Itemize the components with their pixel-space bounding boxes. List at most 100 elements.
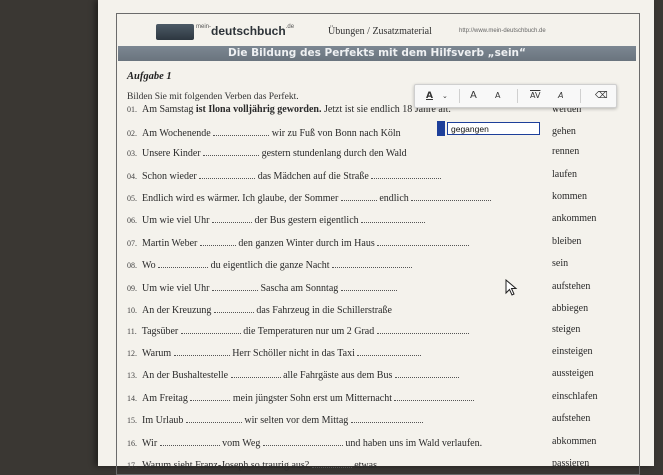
answer-blank[interactable] [357, 346, 422, 356]
sentence-number: 07. [127, 239, 137, 248]
sentence-number: 09. [127, 284, 137, 293]
answer-blank[interactable] [158, 258, 209, 268]
font-color-icon[interactable]: A [426, 90, 433, 102]
answer-blank[interactable] [262, 436, 343, 446]
sentence-text: alle Fahrgäste aus dem Bus [280, 370, 395, 381]
infinitive-verb: sein [552, 258, 569, 269]
answer-blank[interactable] [340, 191, 377, 201]
sentence-row: 13. An der Bushaltestelle alle Fahrgäste … [127, 368, 627, 383]
text-spacing-icon[interactable]: AV [530, 90, 540, 102]
infinitive-verb: einschlafen [552, 391, 598, 402]
sentence-number: 16. [127, 439, 137, 448]
answer-blank[interactable] [331, 258, 412, 268]
increase-font-icon[interactable]: A [470, 90, 477, 102]
sentence-number: 02. [127, 129, 137, 138]
sentence-text: Um wie viel Uhr [142, 215, 212, 226]
answer-blank[interactable] [190, 391, 231, 401]
task-instruction: Bilden Sie mit folgenden Verben das Perf… [127, 92, 299, 102]
answer-blank[interactable] [199, 169, 256, 179]
answer-blank[interactable] [212, 281, 258, 291]
sentence-row: 16. Wir vom Weg und haben uns im Wald ver… [127, 436, 627, 451]
delete-icon[interactable]: ⌫ [595, 90, 608, 102]
answer-input[interactable]: gegangen [447, 122, 540, 135]
infinitive-verb: aussteigen [552, 368, 594, 379]
answer-blank[interactable] [230, 368, 281, 378]
answer-blank[interactable] [394, 391, 475, 401]
sentence-text: endlich [376, 193, 412, 204]
sentence-row: 05. Endlich wird es wärmer. Ich glaube, d… [127, 191, 627, 206]
sentence-number: 11. [127, 327, 137, 336]
answer-blank[interactable] [311, 458, 352, 468]
sentence-text: An der Bushaltestelle [142, 370, 231, 381]
answer-blank[interactable] [203, 146, 260, 156]
sentence-number: 04. [127, 172, 137, 181]
answer-blank[interactable] [173, 346, 230, 356]
text-style-icon[interactable]: A [558, 90, 563, 102]
breadcrumb: Übungen / Zusatzmaterial [328, 26, 432, 37]
infinitive-verb: aufstehen [552, 413, 591, 424]
sentence-text: Um wie viel Uhr [142, 283, 212, 294]
answer-blank[interactable] [371, 169, 442, 179]
page-title: Die Bildung des Perfekts mit dem Hilfsve… [118, 46, 636, 61]
answer-blank[interactable] [394, 368, 459, 378]
answer-blank[interactable] [340, 281, 397, 291]
answer-blank[interactable] [185, 413, 242, 423]
sentence-row: 11. Tagsüber die Temperaturen nur um 2 Gr… [127, 324, 627, 339]
sentence-text: Wo [142, 260, 159, 271]
answer-blank[interactable] [213, 126, 270, 136]
decrease-font-icon[interactable]: A [495, 90, 500, 102]
sentence-text: Am Wochenende [142, 128, 214, 139]
sentence-text: gestern stundenlang durch den Wald [259, 148, 407, 159]
answer-blank[interactable] [213, 303, 254, 313]
sentence-text: und haben uns im Wald verlaufen. [342, 438, 483, 449]
sentence-row: 04. Schon wieder das Mädchen auf die Stra… [127, 169, 627, 184]
infinitive-verb: gehen [552, 126, 576, 137]
answer-blank[interactable] [212, 213, 252, 223]
sentence-text: der Bus gestern eigentlich [252, 215, 362, 226]
sentence-text: die Temperaturen nur um 2 Grad [240, 326, 377, 337]
sentence-text: Schon wieder [142, 171, 200, 182]
sentence-text: Am Freitag [142, 393, 191, 404]
sentence-row: 06. Um wie viel Uhr der Bus gestern eigen… [127, 213, 627, 228]
sentence-text: das Mädchen auf die Straße [255, 171, 372, 182]
toolbar-divider [459, 89, 460, 103]
infinitive-verb: ankommen [552, 213, 597, 224]
text-cursor-highlight [437, 121, 445, 136]
answer-blank[interactable] [199, 236, 236, 246]
infinitive-verb: rennen [552, 146, 580, 157]
answer-blank[interactable] [411, 191, 492, 201]
answer-blank[interactable] [377, 236, 470, 246]
chevron-down-icon[interactable]: ⌄ [442, 90, 448, 102]
infinitive-verb: aufstehen [552, 281, 591, 292]
sentence-number: 06. [127, 216, 137, 225]
sentence-number: 15. [127, 416, 137, 425]
sentence-text: Wir [142, 438, 160, 449]
answer-blank[interactable] [159, 436, 220, 446]
logo-icon [156, 24, 194, 40]
sentence-number: 08. [127, 261, 137, 270]
toolbar-divider [580, 89, 581, 103]
sentence-text: wir selten vor dem Mittag [241, 415, 351, 426]
sentence-number: 14. [127, 394, 137, 403]
task-heading: Aufgabe 1 [127, 71, 172, 82]
sentence-text: du eigentlich die ganze Nacht [208, 260, 332, 271]
sentence-text: Endlich wird es wärmer. Ich glaube, der … [142, 193, 341, 204]
answer-blank[interactable] [180, 324, 241, 334]
sentence-row: 02. Am Wochenende wir zu Fuß von Bonn nac… [127, 126, 627, 141]
sentence-row: 09. Um wie viel Uhr Sascha am Sonntag auf… [127, 281, 627, 296]
infinitive-verb: abbiegen [552, 303, 589, 314]
sentence-text: Am Samstag [142, 104, 194, 115]
sentence-row: 15. Im Urlaub wir selten vor dem Mittag a… [127, 413, 627, 428]
answer-blank[interactable] [376, 324, 469, 334]
sentence-text: Warum [142, 348, 174, 359]
sentence-row: 14. Am Freitag mein jüngster Sohn erst um… [127, 391, 627, 406]
infinitive-verb: bleiben [552, 236, 582, 247]
sentence-text: wir zu Fuß von Bonn nach Köln [269, 128, 401, 139]
answer-blank[interactable] [350, 413, 423, 423]
logo-text: deutschbuch [211, 24, 286, 38]
sentence-text: An der Kreuzung [142, 305, 214, 316]
sentence-row: 10. An der Kreuzung das Fahrzeug in die S… [127, 303, 627, 318]
answer-blank[interactable] [361, 213, 426, 223]
text-format-toolbar: A ⌄ A A AV A ⌫ [414, 84, 617, 108]
sentence-row: 12. Warum Herr Schöller nicht in das Taxi… [127, 346, 627, 361]
